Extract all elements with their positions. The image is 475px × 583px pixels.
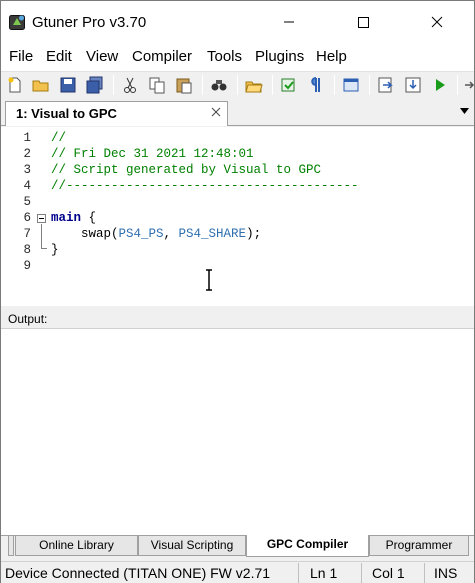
code-separator: , xyxy=(163,227,179,241)
code-line: 5 xyxy=(1,194,474,210)
code-editor[interactable]: 1 // 2 // Fri Dec 31 2021 12:48:01 3 // … xyxy=(1,127,474,306)
code-text: } xyxy=(51,243,59,257)
copy-icon[interactable] xyxy=(148,76,166,94)
line-number: 3 xyxy=(23,163,31,177)
code-line: 8 } xyxy=(1,242,474,258)
line-number: 6 xyxy=(23,211,31,225)
tab-gpc-compiler[interactable]: GPC Compiler xyxy=(246,535,369,557)
window-icon[interactable] xyxy=(342,76,360,94)
tab-visual-scripting[interactable]: Visual Scripting xyxy=(138,536,246,556)
code-line: 1 // xyxy=(1,130,474,146)
fold-guide-end xyxy=(41,248,47,249)
menu-compiler[interactable]: Compiler xyxy=(132,48,192,65)
menu-plugins[interactable]: Plugins xyxy=(255,48,304,65)
line-number: 8 xyxy=(23,243,31,257)
cut-icon[interactable] xyxy=(121,76,139,94)
bottom-tab-strip: Online Library Visual Scripting GPC Comp… xyxy=(1,535,474,557)
paste-icon[interactable] xyxy=(175,76,193,94)
app-window: Gtuner Pro v3.70 File Edit View Compiler… xyxy=(0,0,475,583)
tab-list-dropdown-icon[interactable] xyxy=(460,108,469,114)
gtuner-app-icon xyxy=(9,15,25,30)
code-text: // xyxy=(51,131,67,145)
code-line: 7 swap(PS4_PS, PS4_SHARE); xyxy=(1,226,474,242)
code-text: // Script generated by Visual to GPC xyxy=(51,163,322,177)
keyword-main: main xyxy=(51,211,82,225)
code-end: ); xyxy=(246,227,262,241)
close-window-button[interactable] xyxy=(413,1,459,43)
insert-mode-indicator: INS xyxy=(434,565,458,581)
document-tab-label: 1: Visual to GPC xyxy=(16,106,117,121)
format-icon[interactable] xyxy=(307,76,325,94)
tab-spacer xyxy=(8,536,14,556)
menu-edit[interactable]: Edit xyxy=(46,48,72,65)
close-icon[interactable] xyxy=(210,106,222,118)
line-number: 5 xyxy=(23,195,31,209)
menu-bar: File Edit View Compiler Tools Plugins He… xyxy=(1,43,474,71)
code-line: 9 xyxy=(1,258,474,274)
maximize-button[interactable] xyxy=(339,1,385,43)
code-text: //--------------------------------------… xyxy=(51,179,359,193)
code-text: { xyxy=(81,211,97,225)
output-label: Output: xyxy=(8,312,48,326)
minimize-icon xyxy=(284,21,294,23)
status-bar: Device Connected (TITAN ONE) FW v2.71 Ln… xyxy=(1,561,474,583)
open-project-icon[interactable] xyxy=(245,76,263,94)
window-title: Gtuner Pro v3.70 xyxy=(32,14,147,31)
open-folder-icon[interactable] xyxy=(32,76,50,94)
code-line: 3 // Script generated by Visual to GPC xyxy=(1,162,474,178)
line-number: 2 xyxy=(23,147,31,161)
toolbar xyxy=(1,71,475,98)
fold-toggle-icon[interactable] xyxy=(37,214,46,223)
save-icon[interactable] xyxy=(59,76,77,94)
menu-view[interactable]: View xyxy=(86,48,118,65)
code-text: // Fri Dec 31 2021 12:48:01 xyxy=(51,147,254,161)
line-number: 9 xyxy=(23,259,31,273)
column-indicator: Col 1 xyxy=(372,565,405,581)
menu-file[interactable]: File xyxy=(9,48,33,65)
constant-ps4-ps: PS4_PS xyxy=(118,227,164,241)
text-cursor-icon xyxy=(206,269,212,291)
tab-online-library[interactable]: Online Library xyxy=(15,536,138,556)
output-panel[interactable] xyxy=(1,329,474,535)
run-icon[interactable] xyxy=(431,76,449,94)
document-tab-strip: 1: Visual to GPC xyxy=(1,99,474,126)
line-indicator: Ln 1 xyxy=(310,565,338,581)
document-tab[interactable]: 1: Visual to GPC xyxy=(5,101,228,126)
title-bar: Gtuner Pro v3.70 xyxy=(1,1,474,43)
code-line: 4 //------------------------------------… xyxy=(1,178,474,194)
fold-guide xyxy=(41,224,42,248)
build-icon[interactable] xyxy=(377,76,395,94)
maximize-icon xyxy=(358,17,369,28)
find-icon[interactable] xyxy=(210,76,228,94)
line-number: 4 xyxy=(23,179,31,193)
new-file-icon[interactable] xyxy=(6,76,24,94)
menu-help[interactable]: Help xyxy=(316,48,347,65)
next-icon[interactable] xyxy=(463,76,475,94)
download-icon[interactable] xyxy=(404,76,422,94)
close-icon xyxy=(431,16,443,28)
function-call: swap( xyxy=(51,227,119,241)
output-header: Output: xyxy=(1,309,474,329)
line-number: 7 xyxy=(23,227,31,241)
line-number: 1 xyxy=(23,131,31,145)
save-all-icon[interactable] xyxy=(86,76,104,94)
code-line: 6 main { xyxy=(1,210,474,226)
constant-ps4-share: PS4_SHARE xyxy=(178,227,247,241)
minimize-button[interactable] xyxy=(266,1,312,43)
compile-icon[interactable] xyxy=(280,76,298,94)
device-status: Device Connected (TITAN ONE) FW v2.71 xyxy=(5,565,271,581)
code-line: 2 // Fri Dec 31 2021 12:48:01 xyxy=(1,146,474,162)
menu-tools[interactable]: Tools xyxy=(207,48,242,65)
tab-programmer[interactable]: Programmer xyxy=(369,536,469,556)
